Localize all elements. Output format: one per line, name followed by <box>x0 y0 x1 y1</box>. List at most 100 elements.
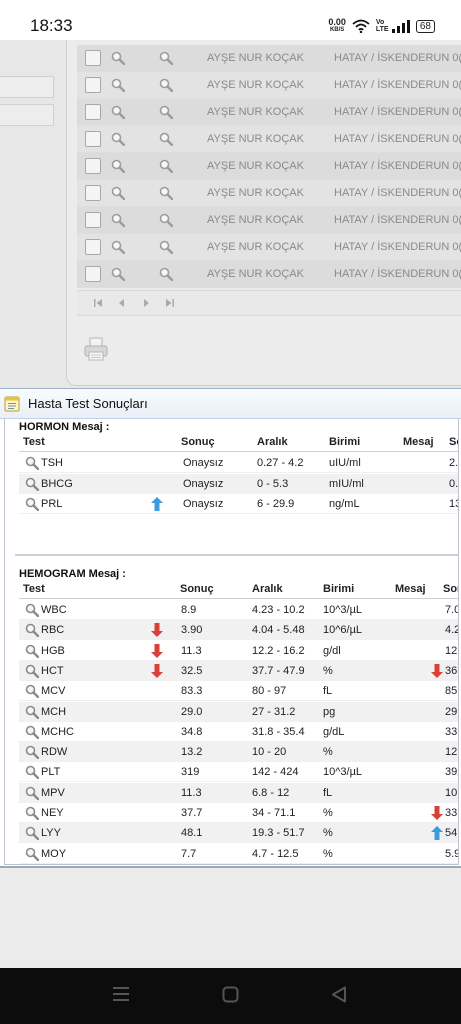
magnifier-icon[interactable] <box>25 806 39 820</box>
table-row[interactable]: AYŞE NUR KOÇAK HATAY / İSKENDERUN 0( <box>77 99 461 126</box>
table-row[interactable]: PRL Onaysız 6 - 29.9 ng/mL 13. <box>19 494 458 514</box>
arrow-down-icon <box>431 663 443 678</box>
row-checkbox[interactable] <box>85 239 101 255</box>
signal-icon <box>391 19 410 33</box>
row-checkbox[interactable] <box>85 50 101 66</box>
magnifier-icon[interactable] <box>25 684 39 699</box>
unit: uIU/ml <box>329 457 361 469</box>
home-icon[interactable] <box>222 986 239 1003</box>
magnifier-icon[interactable] <box>25 786 39 800</box>
magnifier-icon[interactable] <box>111 78 125 92</box>
row-checkbox[interactable] <box>85 131 101 147</box>
magnifier-icon[interactable] <box>111 132 125 146</box>
table-row[interactable]: AYŞE NUR KOÇAK HATAY / İSKENDERUN 0( <box>77 126 461 153</box>
header-sonuc-2: Sor <box>449 436 458 448</box>
table-row[interactable]: MPV 11.3 6.8 - 12 fL 10.5 <box>19 782 458 803</box>
dialog-title: Hasta Test Sonuçları <box>28 396 148 411</box>
magnifier-icon[interactable] <box>25 664 39 678</box>
table-row[interactable]: AYŞE NUR KOÇAK HATAY / İSKENDERUN 0( <box>77 72 461 99</box>
magnifier-icon[interactable] <box>159 105 173 119</box>
magnifier-icon[interactable] <box>111 213 125 227</box>
next-page-icon[interactable] <box>141 298 151 308</box>
magnifier-icon[interactable] <box>111 267 125 281</box>
table-row[interactable]: AYŞE NUR KOÇAK HATAY / İSKENDERUN 0( <box>77 45 461 72</box>
table-row[interactable]: TSH Onaysız 0.27 - 4.2 uIU/ml 2.4 <box>19 453 458 473</box>
table-row[interactable]: RDW 13.2 10 - 20% 12.9 <box>19 742 458 763</box>
row-checkbox[interactable] <box>85 77 101 93</box>
table-row[interactable]: MCV 83.3 80 - 97 fL 85.7 <box>19 681 458 702</box>
table-row[interactable]: MCHC 34.8 31.8 - 35.4 g/dL 33.9 <box>19 722 458 742</box>
magnifier-icon[interactable] <box>111 105 125 119</box>
patient-name: AYŞE NUR KOÇAK <box>207 187 304 199</box>
left-field[interactable] <box>0 76 54 98</box>
magnifier-icon[interactable] <box>111 186 125 200</box>
patient-name: AYŞE NUR KOÇAK <box>207 52 304 64</box>
background-area: AYŞE NUR KOÇAK HATAY / İSKENDERUN 0( AYŞE … <box>0 40 461 388</box>
row-checkbox[interactable] <box>85 185 101 201</box>
header-sonuc: Sonuç <box>180 583 214 595</box>
table-row[interactable]: AYŞE NUR KOÇAK HATAY / İSKENDERUN 0( <box>77 153 461 180</box>
table-row[interactable]: WBC 8.9 4.23 - 10.2 10^3/µL 7.0 <box>19 600 458 620</box>
table-row[interactable]: NEY 37.7 34 - 71.1% 33.3 <box>19 803 458 823</box>
magnifier-icon[interactable] <box>111 51 125 65</box>
magnifier-icon[interactable] <box>25 603 39 617</box>
previous-result: 12.2 <box>445 644 458 657</box>
magnifier-icon[interactable] <box>25 456 39 470</box>
patient-grid: AYŞE NUR KOÇAK HATAY / İSKENDERUN 0( AYŞE … <box>77 45 461 288</box>
magnifier-icon[interactable] <box>159 51 173 65</box>
table-row[interactable]: HGB 11.3 12.2 - 16.2 g/dl 12.2 <box>19 641 458 661</box>
back-icon[interactable] <box>331 986 347 1003</box>
magnifier-icon[interactable] <box>25 623 39 638</box>
table-row[interactable]: HCT 32.5 37.7 - 47.9% 36.0 <box>19 660 458 681</box>
magnifier-icon[interactable] <box>159 186 173 200</box>
table-row[interactable]: MCH 29.0 27 - 31.2 pg 29.0 <box>19 701 458 722</box>
left-field[interactable] <box>0 104 54 126</box>
result-value: 319 <box>181 766 200 779</box>
magnifier-icon[interactable] <box>25 705 39 719</box>
table-row[interactable]: AYŞE NUR KOÇAK HATAY / İSKENDERUN 0( <box>77 234 461 261</box>
patient-location: HATAY / İSKENDERUN 0( <box>334 187 461 199</box>
test-name: WBC <box>41 604 67 616</box>
row-checkbox[interactable] <box>85 266 101 282</box>
test-name: MCH <box>41 705 67 718</box>
magnifier-icon[interactable] <box>159 213 173 227</box>
magnifier-icon[interactable] <box>159 267 173 281</box>
printer-icon[interactable] <box>83 336 109 362</box>
table-row[interactable]: RBC 3.90 4.04 - 5.48 10^6/µL 4.20 <box>19 620 458 641</box>
table-row[interactable]: PLT 319 142 - 424 10^3/µL 392 <box>19 762 458 783</box>
table-row[interactable]: MOY 7.7 4.7 - 12.5% 5.9 <box>19 844 459 864</box>
magnifier-icon[interactable] <box>111 159 125 173</box>
table-row[interactable]: AYŞE NUR KOÇAK HATAY / İSKENDERUN 0( <box>77 207 461 234</box>
test-name: TSH <box>41 457 63 469</box>
test-name: PLT <box>41 766 61 779</box>
magnifier-icon[interactable] <box>25 745 39 760</box>
recent-apps-icon[interactable] <box>112 986 130 1002</box>
magnifier-icon[interactable] <box>159 78 173 92</box>
magnifier-icon[interactable] <box>159 240 173 254</box>
magnifier-icon[interactable] <box>25 644 39 658</box>
last-page-icon[interactable] <box>165 298 175 308</box>
magnifier-icon[interactable] <box>111 240 125 254</box>
previous-result: 36.0 <box>445 664 458 677</box>
magnifier-icon[interactable] <box>25 765 39 780</box>
table-row[interactable]: AYŞE NUR KOÇAK HATAY / İSKENDERUN 0( <box>77 261 461 288</box>
magnifier-icon[interactable] <box>159 132 173 146</box>
table-row[interactable]: EOY5.90.7 - 5.8%6.0 <box>19 863 458 864</box>
row-checkbox[interactable] <box>85 158 101 174</box>
table-row[interactable]: LYY 48.1 19.3 - 51.7% 54.2 <box>19 823 458 844</box>
magnifier-icon[interactable] <box>25 497 39 511</box>
previous-result: 5.9 <box>445 847 459 860</box>
magnifier-icon[interactable] <box>25 847 39 861</box>
prev-page-icon[interactable] <box>117 298 127 308</box>
patient-name: AYŞE NUR KOÇAK <box>207 268 304 280</box>
magnifier-icon[interactable] <box>25 826 39 841</box>
magnifier-icon[interactable] <box>25 477 39 491</box>
table-row[interactable]: BHCG Onaysız 0 - 5.3 mIU/ml 0.1 <box>19 473 458 494</box>
row-checkbox[interactable] <box>85 212 101 228</box>
table-row[interactable]: AYŞE NUR KOÇAK HATAY / İSKENDERUN 0( <box>77 180 461 207</box>
magnifier-icon[interactable] <box>159 159 173 173</box>
first-page-icon[interactable] <box>93 298 103 308</box>
patient-location: HATAY / İSKENDERUN 0( <box>334 160 461 172</box>
row-checkbox[interactable] <box>85 104 101 120</box>
magnifier-icon[interactable] <box>25 725 39 739</box>
